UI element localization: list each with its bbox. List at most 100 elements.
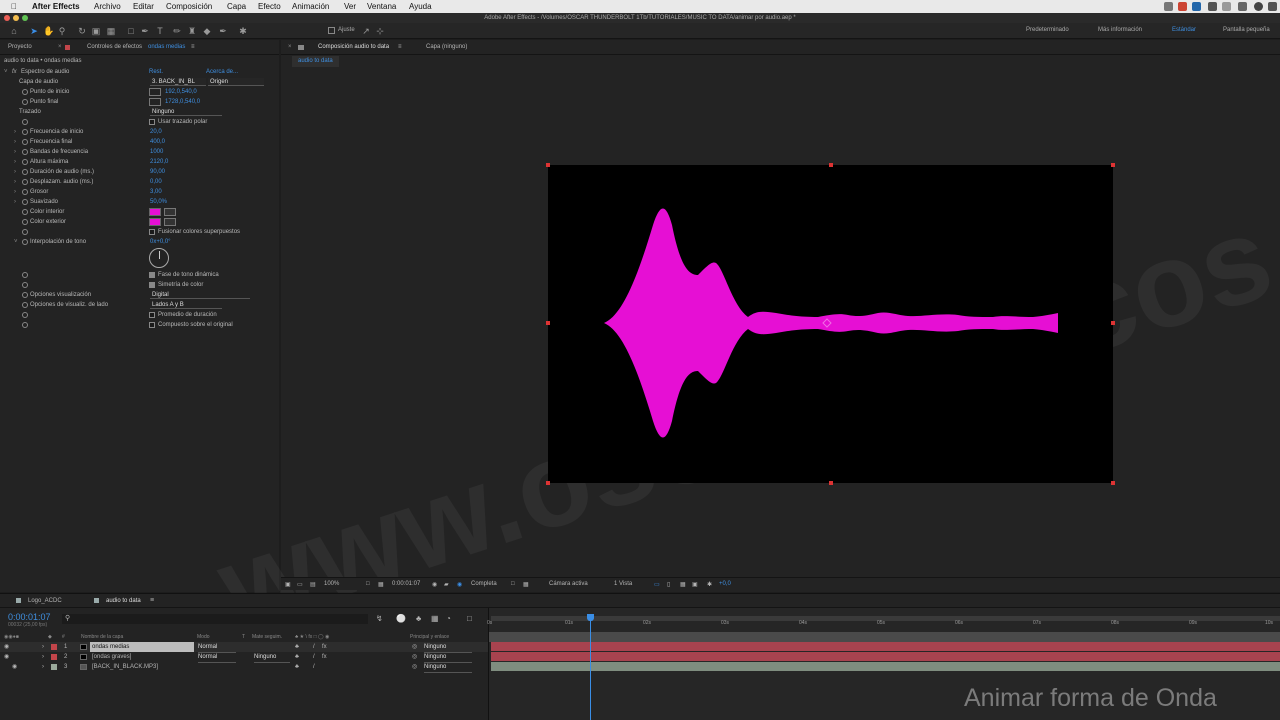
menu-composicion[interactable]: Composición (166, 2, 212, 11)
path-dropdown[interactable]: Ninguno (150, 108, 222, 116)
transform-handle[interactable] (1111, 163, 1115, 167)
timeline-timecode[interactable]: 0:00:01:07 (8, 612, 51, 622)
dynamic-hue-checkbox[interactable] (149, 272, 155, 278)
chevron-right-icon[interactable]: › (14, 137, 16, 147)
param-value[interactable]: 50,0% (150, 197, 167, 207)
layer-bar[interactable] (491, 652, 1280, 661)
views-dropdown[interactable]: 1 Vista (614, 581, 632, 587)
composite-checkbox[interactable] (149, 322, 155, 328)
stopwatch-icon[interactable] (22, 302, 28, 308)
minimize-icon[interactable] (13, 15, 19, 21)
duration-average-checkbox[interactable] (149, 312, 155, 318)
chevron-right-icon[interactable]: › (42, 652, 44, 662)
param-value[interactable]: 0,00 (150, 177, 162, 187)
stopwatch-icon[interactable] (22, 149, 28, 155)
fx-switch-icon[interactable]: fx (322, 652, 327, 662)
stopwatch-icon[interactable] (22, 322, 28, 328)
layer-bar[interactable] (491, 642, 1280, 651)
exposure-reset-icon[interactable]: ✱ (707, 581, 712, 588)
stopwatch-icon[interactable] (22, 169, 28, 175)
chevron-right-icon[interactable]: › (14, 167, 16, 177)
transform-handle[interactable] (546, 163, 550, 167)
home-icon[interactable]: ⌂ (9, 26, 19, 36)
show-snapshot-icon[interactable]: ▰ (444, 581, 449, 588)
tab-project[interactable]: Proyecto (8, 44, 32, 50)
rotate-tool-icon[interactable]: ↻ (77, 26, 87, 36)
stopwatch-icon[interactable] (22, 159, 28, 165)
eraser-tool-icon[interactable]: ◆ (202, 26, 212, 36)
search-icon[interactable] (1254, 2, 1263, 11)
menu-ventana[interactable]: Ventana (367, 2, 396, 11)
time-ruler[interactable] (489, 632, 1280, 642)
color-symmetry-checkbox[interactable] (149, 282, 155, 288)
point-target-icon[interactable] (149, 98, 161, 106)
pen-tool-icon[interactable]: ✒ (140, 26, 150, 36)
rectangle-tool-icon[interactable]: □ (126, 26, 136, 36)
chevron-right-icon[interactable]: › (14, 127, 16, 137)
tab-logo-acdc[interactable]: Logo_ACDC (28, 598, 62, 604)
stopwatch-icon[interactable] (22, 209, 28, 215)
fx-switch-icon[interactable]: fx (322, 642, 327, 652)
side-options-dropdown[interactable]: Lados A y B (150, 301, 222, 309)
param-value[interactable]: 400,0 (150, 137, 165, 147)
zoom-dropdown[interactable]: 100% (324, 581, 339, 587)
stopwatch-icon[interactable] (22, 89, 28, 95)
status-icon[interactable] (1238, 2, 1247, 11)
close-icon[interactable]: × (288, 44, 292, 50)
tab-effect-controls-layer[interactable]: ondas medias (148, 44, 185, 50)
stopwatch-icon[interactable] (22, 99, 28, 105)
stopwatch-icon[interactable] (22, 199, 28, 205)
puppet-tool-icon[interactable]: ✱ (238, 26, 248, 36)
tab-layer[interactable]: Capa (ninguno) (426, 44, 467, 50)
menu-editar[interactable]: Editar (133, 2, 154, 11)
eyedropper-icon[interactable] (164, 218, 176, 226)
quality-switch-icon[interactable]: / (313, 662, 315, 672)
mask-icon[interactable]: ▤ (310, 581, 316, 588)
polar-checkbox[interactable] (149, 119, 155, 125)
transform-handle[interactable] (1111, 481, 1115, 485)
menu-ayuda[interactable]: Ayuda (409, 2, 432, 11)
shy-switch-icon[interactable]: ♣ (295, 662, 299, 672)
region-icon[interactable]: □ (511, 581, 515, 587)
layer-name[interactable]: [BACK_IN_BLACK.MP3] (90, 662, 194, 672)
chevron-right-icon[interactable]: › (14, 197, 16, 207)
panel-menu-icon[interactable]: ≡ (398, 44, 402, 50)
chevron-right-icon[interactable]: › (14, 157, 16, 167)
shy-switch-icon[interactable]: ♣ (295, 652, 299, 662)
zoom-tool-icon[interactable]: ⚲ (57, 26, 67, 36)
transform-handle[interactable] (546, 321, 550, 325)
menu-efecto[interactable]: Efecto (258, 2, 281, 11)
snapshot-icon[interactable]: ◉ (432, 581, 437, 588)
point-target-icon[interactable] (149, 88, 161, 96)
transform-handle[interactable] (546, 481, 550, 485)
type-tool-icon[interactable]: T (155, 26, 165, 36)
pickwhip-icon[interactable]: ◎ (412, 652, 417, 662)
menu-ver[interactable]: Ver (344, 2, 356, 11)
frame-blend-icon[interactable]: ▦ (431, 614, 439, 623)
draft-3d-icon[interactable]: ⚪ (396, 614, 406, 623)
composition-canvas[interactable] (546, 163, 1115, 485)
param-value[interactable]: 1000 (150, 147, 163, 157)
layer-row[interactable]: ◉ › 3 [BACK_IN_BLACK.MP3] ♣ / ◎ Ninguno (0, 662, 488, 673)
zoom-icon[interactable] (22, 15, 28, 21)
stopwatch-icon[interactable] (22, 119, 28, 125)
safe-zones-icon[interactable]: □ (366, 581, 370, 587)
close-icon[interactable]: × (58, 44, 62, 50)
camera-tool-icon[interactable]: ▣ (91, 26, 101, 36)
comp-mini-flowchart-icon[interactable]: ↯ (376, 614, 383, 623)
chevron-right-icon[interactable]: › (14, 187, 16, 197)
chevron-down-icon[interactable]: ˅ (4, 67, 8, 77)
workspace-mas-informacion[interactable]: Más información (1098, 27, 1142, 33)
eye-icon[interactable]: ◉ (4, 652, 9, 662)
monitor-icon[interactable]: ▭ (297, 581, 303, 588)
close-icon[interactable] (4, 15, 10, 21)
stopwatch-icon[interactable] (22, 292, 28, 298)
parent-dropdown[interactable]: Ninguno (424, 662, 472, 673)
layer-label-color[interactable] (51, 664, 57, 670)
layer-search-input[interactable]: ⚲ (62, 614, 368, 624)
angle-dial[interactable] (149, 248, 169, 268)
inside-color-swatch[interactable] (149, 208, 161, 216)
transform-handle[interactable] (829, 481, 833, 485)
stopwatch-icon[interactable] (22, 219, 28, 225)
snap-grid-icon[interactable]: ⊹ (375, 26, 385, 36)
